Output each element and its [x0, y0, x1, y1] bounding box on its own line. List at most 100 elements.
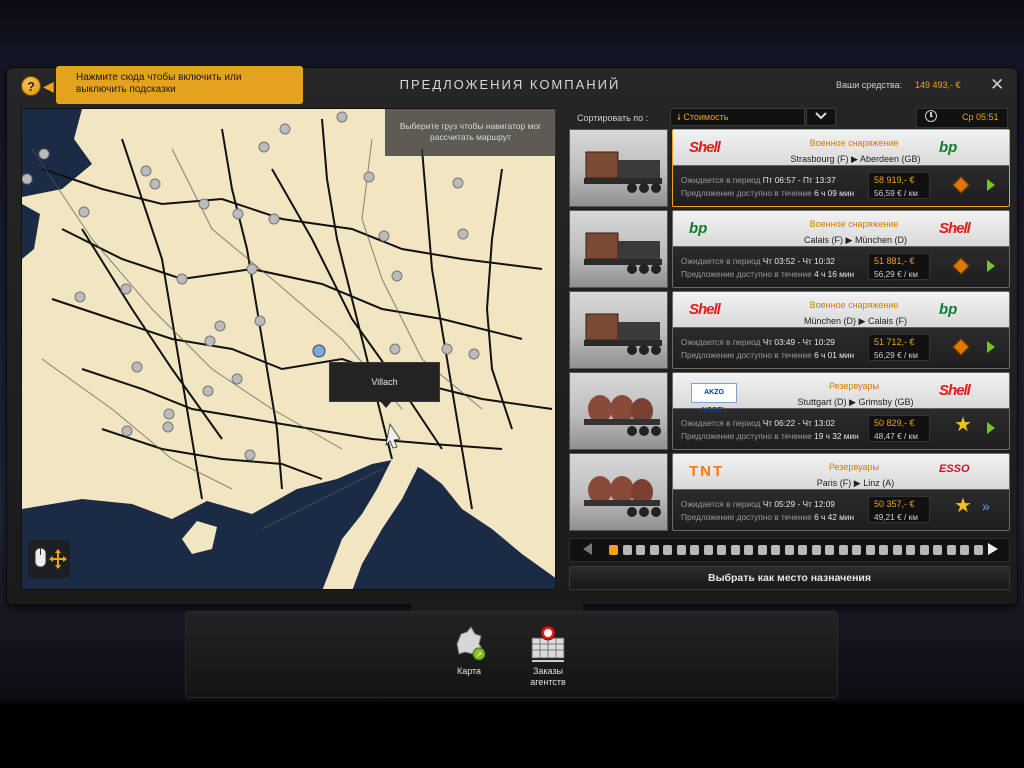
offer-card[interactable]: bp Военное снаряжение Calais (F) ▶ Münch… [672, 210, 1010, 288]
pager-dot[interactable] [663, 545, 672, 555]
offer-card[interactable]: TNT Резервуары Paris (F) ▶ Linz (A) ESSO… [672, 453, 1010, 531]
trailer-thumbnail [569, 210, 668, 288]
chevron-down-icon[interactable] [806, 108, 836, 126]
delivery-period-value: Чт 03:49 - Чт 10:29 [762, 337, 835, 347]
pager-dot[interactable] [838, 545, 848, 555]
pager-dot[interactable] [649, 545, 659, 555]
hazard-icon [952, 176, 970, 194]
hazard-icon [952, 257, 970, 275]
offer-card[interactable]: Shell Военное снаряжение München (D) ▶ C… [672, 291, 1010, 369]
pager-dot[interactable] [811, 545, 821, 555]
offer-card[interactable]: Shell Военное снаряжение Strasbourg (F) … [672, 129, 1010, 207]
company-logo-to: Shell [933, 217, 997, 243]
company-logo-to: bp [933, 136, 997, 162]
help-toggle-button[interactable]: ? [21, 76, 41, 96]
payment: 50 357,- € [874, 499, 915, 509]
europe-map-icon[interactable]: ↗ [451, 624, 489, 662]
pager-dot[interactable] [757, 545, 767, 555]
offer-availability-label: Предложение доступно в течение [681, 269, 812, 279]
pager-dot[interactable] [622, 545, 632, 555]
delivery-period-label: Ожидается в период [681, 337, 761, 347]
pager-dot[interactable] [933, 545, 942, 555]
pager-prev-icon[interactable] [583, 543, 592, 555]
play-icon[interactable] [987, 422, 995, 434]
trailer-thumbnail [569, 129, 668, 207]
payment: 51 881,- € [874, 256, 915, 266]
offer-availability-value: 6 ч 42 мин [814, 512, 855, 522]
map-button-label[interactable]: Карта [439, 666, 499, 676]
pager-next-icon[interactable] [988, 543, 998, 555]
pager-dot[interactable] [919, 545, 929, 555]
pager-dot[interactable] [946, 545, 956, 555]
mouse-icon [34, 547, 67, 569]
offer-availability: Предложение доступно в течение 4 ч 16 ми… [681, 269, 854, 279]
pager-dot[interactable] [892, 545, 902, 555]
pager-dot[interactable] [636, 545, 645, 555]
offer-row[interactable]: bp Военное снаряжение Calais (F) ▶ Münch… [569, 210, 1010, 288]
play-icon[interactable] [987, 260, 995, 272]
play-icon[interactable] [987, 341, 995, 353]
delivery-period-label: Ожидается в период [681, 256, 761, 266]
company-logo-from: TNT [683, 460, 747, 486]
pager-dot[interactable] [784, 545, 794, 555]
funds-value: 149 493,- € [915, 80, 961, 90]
pager-dot[interactable] [973, 545, 983, 555]
offer-availability-label: Предложение доступно в течение [681, 188, 812, 198]
mouse-pan-hint [28, 540, 70, 578]
pager-dot[interactable] [906, 545, 915, 555]
cargo-name: Военное снаряжение [809, 138, 899, 148]
delivery-period: Ожидается в период Чт 03:52 - Чт 10:32 [681, 256, 835, 266]
agency-orders-label[interactable]: Заказы агентств [518, 666, 578, 688]
payment-per-km: 56,29 € / км [874, 350, 918, 360]
agency-orders-icon[interactable] [528, 624, 568, 664]
pager-dot[interactable] [825, 545, 834, 555]
delivery-period: Ожидается в период Пт 06:57 - Пт 13:37 [681, 175, 836, 185]
pager-dot[interactable] [852, 545, 861, 555]
fast-forward-icon[interactable]: » [982, 499, 990, 513]
pager-dot[interactable] [798, 545, 807, 555]
offer-availability: Предложение доступно в течение 6 ч 01 ми… [681, 350, 854, 360]
star-icon: ★ [954, 495, 972, 517]
offer-availability: Предложение доступно в течение 6 ч 42 ми… [681, 512, 854, 522]
help-hint-tooltip: Нажмите сюда чтобы включить или выключит… [56, 66, 303, 104]
offer-row[interactable]: Shell Военное снаряжение München (D) ▶ C… [569, 291, 1010, 369]
offer-row[interactable]: AKZO NOBEL Резервуары Stuttgart (D) ▶ Gr… [569, 372, 1010, 450]
trailer-thumbnail [569, 372, 668, 450]
close-button[interactable]: ✕ [990, 76, 1004, 93]
select-destination-button[interactable]: Выбрать как место назначения [569, 566, 1010, 590]
offer-availability: Предложение доступно в течение 6 ч 09 ми… [681, 188, 854, 198]
pager-dot[interactable] [730, 545, 740, 555]
offer-card[interactable]: AKZO NOBEL Резервуары Stuttgart (D) ▶ Gr… [672, 372, 1010, 450]
pager-dot[interactable] [609, 545, 618, 555]
sort-select[interactable]: 🠗 Стоимость [670, 108, 805, 126]
pager-dot[interactable] [717, 545, 726, 555]
offer-row[interactable]: Shell Военное снаряжение Strasbourg (F) … [569, 129, 1010, 207]
sort-label: Сортировать по : [577, 113, 649, 123]
city-tooltip: Villach [329, 362, 440, 408]
offer-availability-value: 6 ч 09 мин [814, 188, 855, 198]
payment: 58 919,- € [874, 175, 915, 185]
pager-dot[interactable] [865, 545, 875, 555]
map-graphic [22, 109, 555, 589]
cargo-name: Военное снаряжение [809, 300, 899, 310]
pager-dot[interactable] [690, 545, 699, 555]
payment-per-km: 56,59 € / км [874, 188, 918, 198]
company-logo-to: bp [933, 298, 997, 324]
offer-row[interactable]: TNT Резервуары Paris (F) ▶ Linz (A) ESSO… [569, 453, 1010, 531]
play-icon[interactable] [987, 179, 995, 191]
delivery-period-label: Ожидается в период [681, 499, 761, 509]
company-logo-from-text: Shell [689, 139, 721, 156]
pager-dot[interactable] [879, 545, 888, 555]
page-title: ПРЕДЛОЖЕНИЯ КОМПАНИЙ [399, 77, 621, 92]
payment-per-km: 49,21 € / км [874, 512, 918, 522]
pager-dot[interactable] [676, 545, 686, 555]
pager-dot[interactable] [771, 545, 780, 555]
offer-availability-value: 19 ч 32 мин [814, 431, 859, 441]
payment-per-km: 56,29 € / км [874, 269, 918, 279]
pager-dot[interactable] [703, 545, 713, 555]
pager-dot[interactable] [960, 545, 969, 555]
pager-dot[interactable] [744, 545, 753, 555]
europe-map[interactable] [21, 108, 556, 590]
star-icon: ★ [954, 414, 972, 436]
cargo-name: Военное снаряжение [809, 219, 899, 229]
